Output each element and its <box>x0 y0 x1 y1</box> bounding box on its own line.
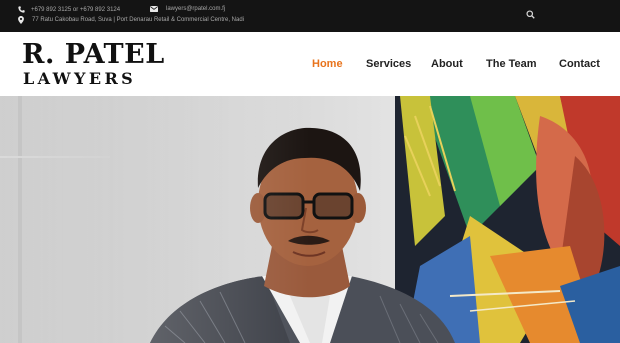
nav-about[interactable]: About <box>431 58 463 70</box>
email-info: lawyers@rpatel.com.fj <box>150 6 225 12</box>
map-pin-icon <box>18 16 24 24</box>
envelope-icon <box>150 6 158 12</box>
nav-the-team[interactable]: The Team <box>486 58 537 70</box>
search-icon[interactable] <box>526 10 537 21</box>
logo-line-2: LAWYERS <box>23 69 137 88</box>
nav-services[interactable]: Services <box>366 58 411 70</box>
phone-info: +679 892 3125 or +679 892 3124 <box>18 6 120 13</box>
email-link[interactable]: lawyers@rpatel.com.fj <box>166 6 225 12</box>
phone-icon <box>18 6 25 13</box>
address-text: 77 Ratu Cakobau Road, Suva | Port Denara… <box>32 17 244 23</box>
nav-contact[interactable]: Contact <box>559 58 600 70</box>
phone-text[interactable]: +679 892 3125 or +679 892 3124 <box>31 7 120 13</box>
main-nav: Home Services About The Team Contact <box>0 58 620 72</box>
hero-image <box>0 96 620 343</box>
top-info-bar: +679 892 3125 or +679 892 3124 lawyers@r… <box>0 0 620 32</box>
site-header: R. PATEL LAWYERS Home Services About The… <box>0 32 620 96</box>
hero-banner <box>0 96 620 343</box>
address-info: 77 Ratu Cakobau Road, Suva | Port Denara… <box>18 16 244 24</box>
nav-home[interactable]: Home <box>312 58 343 70</box>
